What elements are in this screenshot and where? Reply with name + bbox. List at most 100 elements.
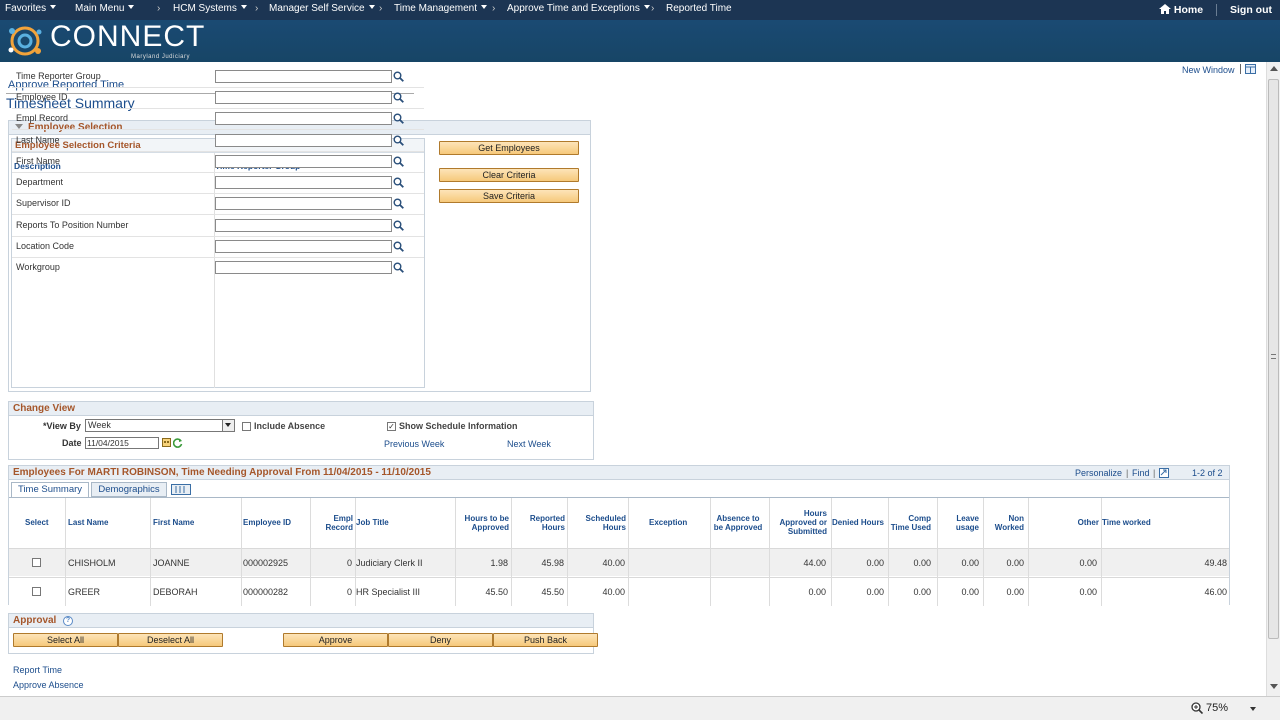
criteria-input[interactable]: [215, 134, 392, 147]
dropdown-arrow-icon[interactable]: [222, 420, 234, 431]
criteria-label: Department: [16, 177, 64, 187]
lookup-icon[interactable]: [393, 198, 404, 209]
personalize-link[interactable]: Personalize: [1075, 468, 1122, 478]
vertical-scrollbar[interactable]: [1266, 62, 1280, 696]
logo-subtitle: Maryland Judiciary: [131, 54, 191, 60]
criteria-input[interactable]: [215, 112, 392, 125]
zoom-dropdown-icon[interactable]: [1250, 707, 1256, 711]
scroll-grip-icon: [1271, 354, 1276, 359]
view-all-icon[interactable]: [1159, 468, 1169, 478]
view-by-select[interactable]: Week: [85, 419, 235, 432]
cell-sch: 40.00: [602, 558, 625, 568]
nav-reported-label: Reported Time: [666, 3, 732, 14]
lookup-icon[interactable]: [393, 92, 404, 103]
lookup-icon[interactable]: [393, 113, 404, 124]
lookup-icon[interactable]: [393, 156, 404, 167]
push-back-button[interactable]: Push Back: [493, 633, 598, 647]
previous-week-link[interactable]: Previous Week: [384, 439, 444, 449]
col-scheduled-hours: Scheduled Hours: [569, 514, 626, 532]
tab-demographics[interactable]: Demographics: [91, 482, 167, 497]
row-select-checkbox[interactable]: [32, 587, 41, 596]
nav-hcm-systems[interactable]: HCM Systems: [173, 3, 247, 14]
show-all-columns-icon[interactable]: [171, 484, 191, 495]
next-week-link[interactable]: Next Week: [507, 439, 551, 449]
col-leave-line1: Leave: [956, 514, 979, 523]
criteria-label: Time Reporter Group: [16, 71, 101, 81]
scroll-thumb[interactable]: [1268, 79, 1279, 639]
lookup-icon[interactable]: [393, 220, 404, 231]
date-label: Date: [62, 438, 82, 448]
clear-criteria-button[interactable]: Clear Criteria: [439, 168, 579, 182]
approve-absence-link[interactable]: Approve Absence: [13, 680, 84, 690]
row-select-checkbox[interactable]: [32, 558, 41, 567]
nav-favorites[interactable]: Favorites: [5, 3, 57, 14]
column-divider: [710, 498, 711, 606]
criteria-row-divider: [12, 214, 424, 215]
column-divider: [511, 498, 512, 606]
chevron-down-icon: [368, 5, 375, 9]
link-divider: [1240, 64, 1241, 74]
criteria-input[interactable]: [215, 91, 392, 104]
nav-time-management[interactable]: Time Management: [394, 3, 487, 14]
lookup-icon[interactable]: [393, 71, 404, 82]
col-comp-time-used: Comp Time Used: [887, 514, 931, 532]
help-icon[interactable]: ?: [63, 616, 73, 626]
date-input[interactable]: 11/04/2015: [85, 437, 159, 449]
nav-main-menu[interactable]: Main Menu: [75, 3, 135, 14]
nav-main-menu-label: Main Menu: [75, 3, 125, 14]
show-schedule-checkbox[interactable]: ✓: [387, 422, 396, 431]
nav-hcm-label: HCM Systems: [173, 3, 237, 14]
lookup-icon[interactable]: [393, 135, 404, 146]
nav-manager-self-service[interactable]: Manager Self Service: [269, 3, 375, 14]
zoom-level[interactable]: 75%: [1206, 702, 1228, 714]
save-criteria-button[interactable]: Save Criteria: [439, 189, 579, 203]
lookup-icon[interactable]: [393, 241, 404, 252]
col-non-line1: Non: [1008, 514, 1024, 523]
criteria-input[interactable]: [215, 219, 392, 232]
select-all-button[interactable]: Select All: [13, 633, 118, 647]
new-window-link[interactable]: New Window: [1182, 65, 1235, 75]
deny-button[interactable]: Deny: [388, 633, 493, 647]
col-non-worked: Non Worked: [984, 514, 1024, 532]
nav-approve-time[interactable]: Approve Time and Exceptions: [507, 3, 650, 14]
deselect-all-button[interactable]: Deselect All: [118, 633, 223, 647]
tab-time-summary[interactable]: Time Summary: [11, 482, 89, 497]
criteria-input[interactable]: [215, 240, 392, 253]
cell-last[interactable]: GREER: [68, 587, 100, 597]
home-link[interactable]: Home: [1159, 4, 1203, 16]
breadcrumb-separator-icon: ›: [651, 3, 655, 14]
report-time-link[interactable]: Report Time: [13, 665, 62, 675]
col-sch-line1: Scheduled: [585, 514, 626, 523]
criteria-label: Empl Record: [16, 113, 69, 123]
criteria-input[interactable]: [215, 155, 392, 168]
get-employees-button[interactable]: Get Employees: [439, 141, 579, 155]
employees-grid-header: Employees For MARTI ROBINSON, Time Needi…: [9, 466, 1229, 480]
nav-reported-time[interactable]: Reported Time: [666, 3, 732, 14]
nav-approve-label: Approve Time and Exceptions: [507, 3, 640, 14]
calendar-icon[interactable]: [162, 438, 171, 447]
criteria-input[interactable]: [215, 261, 392, 274]
scroll-down-icon[interactable]: [1270, 684, 1278, 689]
col-non-line2: Worked: [994, 523, 1024, 532]
cell-last[interactable]: CHISHOLM: [68, 558, 116, 568]
criteria-label: Supervisor ID: [16, 198, 71, 208]
layout-icon[interactable]: [1245, 64, 1256, 74]
scroll-up-icon[interactable]: [1270, 66, 1278, 71]
criteria-input[interactable]: [215, 176, 392, 189]
find-link[interactable]: Find: [1132, 468, 1150, 478]
lookup-icon[interactable]: [393, 177, 404, 188]
show-schedule-label: Show Schedule Information: [399, 421, 518, 431]
criteria-input[interactable]: [215, 70, 392, 83]
col-denied-hours: Denied Hours: [832, 518, 885, 527]
col-has-line1: Hours: [803, 509, 827, 518]
criteria-row-divider: [12, 151, 424, 152]
approval-section: Approval ? Select All Deselect All Appro…: [8, 613, 598, 654]
include-absence-checkbox[interactable]: [242, 422, 251, 431]
criteria-input[interactable]: [215, 197, 392, 210]
approve-button[interactable]: Approve: [283, 633, 388, 647]
lookup-icon[interactable]: [393, 262, 404, 273]
zoom-icon[interactable]: [1191, 702, 1203, 714]
refresh-icon[interactable]: [173, 438, 183, 448]
column-divider: [150, 498, 151, 606]
sign-out-link[interactable]: Sign out: [1230, 4, 1272, 16]
